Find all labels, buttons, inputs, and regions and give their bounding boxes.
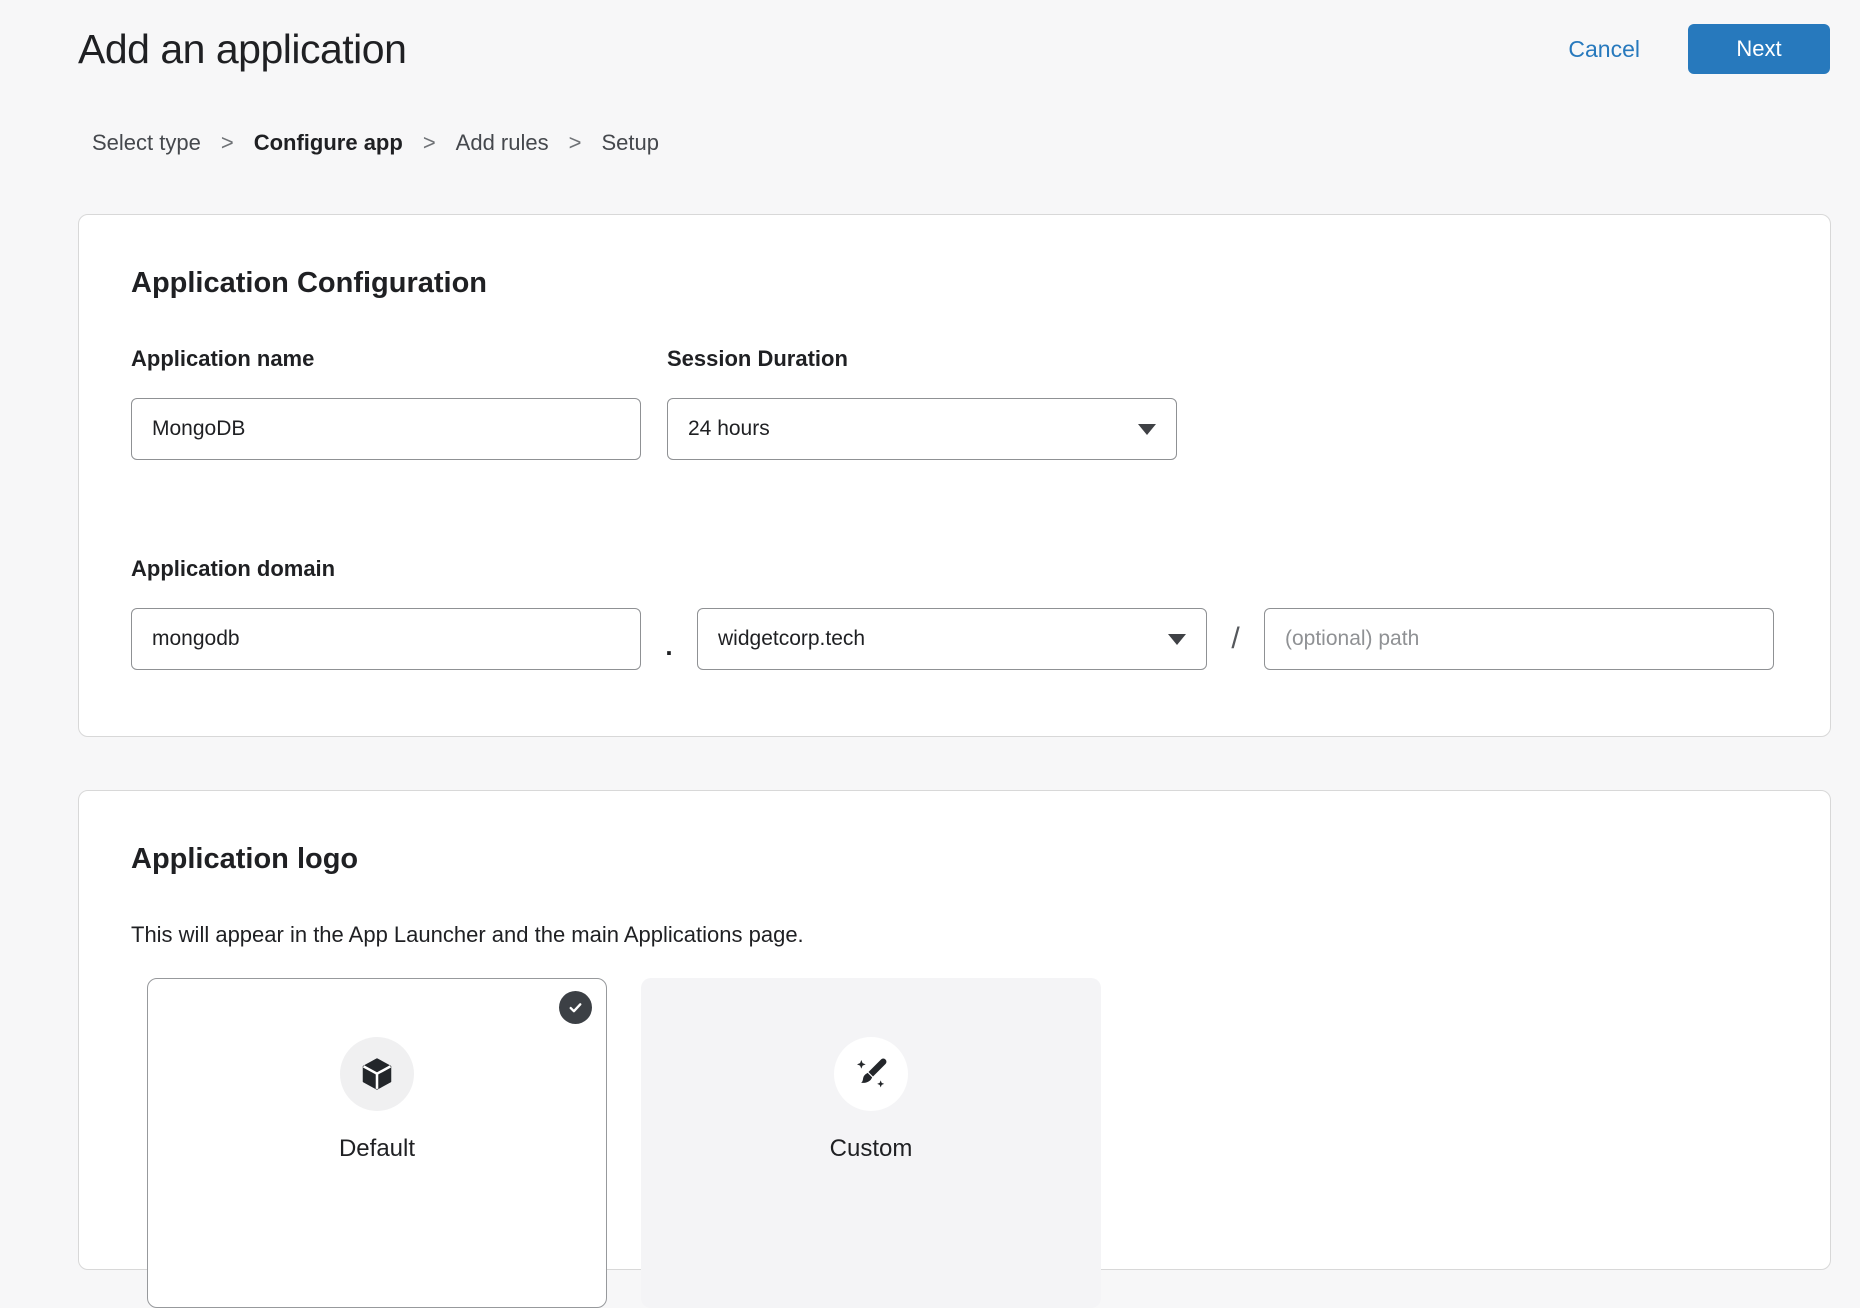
page-title: Add an application (78, 26, 406, 73)
subdomain-input[interactable] (131, 608, 641, 670)
session-duration-select[interactable]: 24 hours (667, 398, 1177, 460)
application-name-field: Application name (131, 346, 641, 460)
paintbrush-icon (834, 1037, 908, 1111)
breadcrumb-separator: > (423, 130, 436, 156)
application-name-label: Application name (131, 346, 641, 372)
add-application-page: Add an application Cancel Next Select ty… (0, 0, 1860, 1270)
domain-dot-separator: . (641, 617, 697, 662)
name-session-row: Application name Session Duration 24 hou… (131, 346, 1778, 460)
session-duration-field: Session Duration 24 hours (667, 346, 1177, 460)
breadcrumb-step-setup[interactable]: Setup (601, 130, 659, 156)
logo-options: Default Custom (147, 978, 1778, 1308)
page-header: Add an application Cancel Next (0, 0, 1860, 74)
next-button[interactable]: Next (1688, 24, 1830, 74)
breadcrumb-separator: > (221, 130, 234, 156)
breadcrumb-step-add-rules[interactable]: Add rules (456, 130, 549, 156)
application-logo-card: Application logo This will appear in the… (78, 790, 1831, 1270)
application-name-input[interactable] (131, 398, 641, 460)
domain-slash-separator: / (1207, 622, 1264, 656)
logo-option-custom[interactable]: Custom (641, 978, 1101, 1308)
domain-select-value: widgetcorp.tech (718, 627, 865, 651)
logo-card-title: Application logo (131, 843, 1778, 876)
application-domain-field: Application domain . widgetcorp.tech / (131, 556, 1778, 670)
breadcrumb-step-configure-app[interactable]: Configure app (254, 130, 403, 156)
breadcrumb-separator: > (569, 130, 582, 156)
path-input[interactable] (1264, 608, 1774, 670)
logo-card-description: This will appear in the App Launcher and… (131, 922, 1778, 948)
domain-select[interactable]: widgetcorp.tech (697, 608, 1207, 670)
cancel-button[interactable]: Cancel (1568, 36, 1640, 63)
application-domain-row: . widgetcorp.tech / (131, 608, 1778, 670)
session-duration-label: Session Duration (667, 346, 1177, 372)
logo-option-default[interactable]: Default (147, 978, 607, 1308)
breadcrumb-step-select-type[interactable]: Select type (92, 130, 201, 156)
header-actions: Cancel Next (1568, 24, 1830, 74)
config-card-title: Application Configuration (131, 267, 1778, 300)
logo-option-label: Default (339, 1135, 415, 1163)
chevron-down-icon (1168, 634, 1186, 645)
application-domain-label: Application domain (131, 556, 1778, 582)
chevron-down-icon (1138, 424, 1156, 435)
session-duration-value: 24 hours (688, 417, 770, 441)
logo-option-label: Custom (830, 1135, 913, 1163)
cube-icon (340, 1037, 414, 1111)
check-badge-icon (559, 991, 592, 1024)
breadcrumb: Select type > Configure app > Add rules … (92, 130, 1860, 156)
application-configuration-card: Application Configuration Application na… (78, 214, 1831, 737)
